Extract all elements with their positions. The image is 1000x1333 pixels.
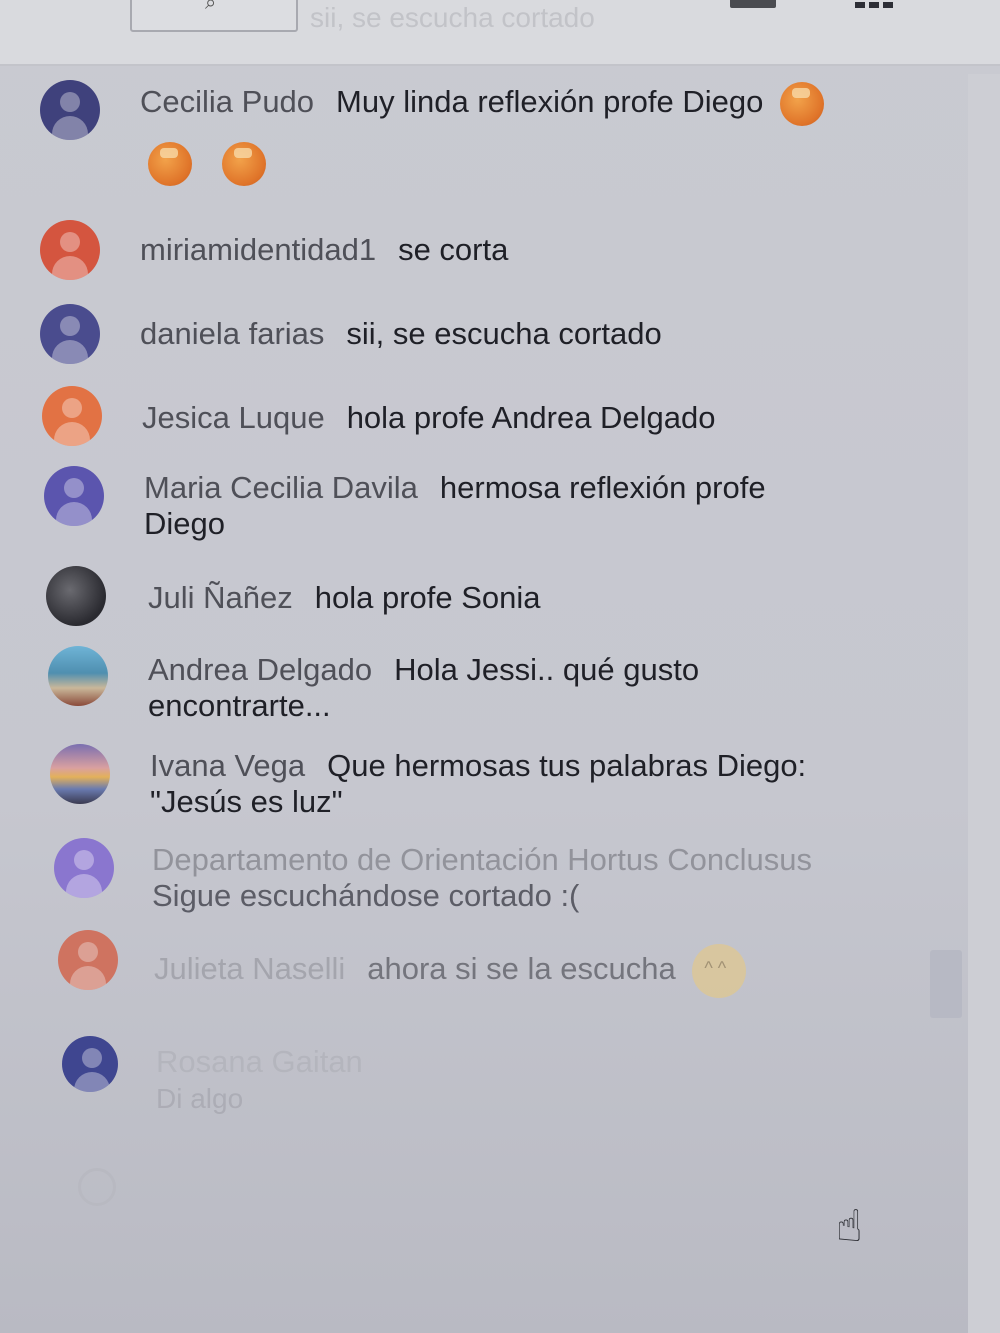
message-author: Cecilia Pudo [140,84,315,120]
message-text: se corta [398,232,509,267]
message-text: Sigue escuchándose cortado :( [152,878,580,913]
person-avatar-icon [62,1036,118,1092]
message-content: Jesica Luque hola profe Andrea Delgado [142,400,716,436]
person-avatar-icon [40,80,100,140]
photo-avatar-icon [50,744,110,804]
message-author: Jesica Luque [142,400,325,435]
message-content: Ivana Vega Que hermosas tus palabras Dieg… [150,748,870,820]
faded-header-text: sii, se escucha cortado [310,2,595,33]
message-content: Julieta Naselli ahora si se la escucha [154,944,747,998]
message-text: Muy linda reflexión profe Diego [336,84,764,120]
message-content: Cecilia Pudo Muy linda reflexión profe Di… [140,82,825,126]
person-avatar-icon [58,930,118,990]
message-author: daniela farias [140,316,325,351]
top-bar: ⌕ sii, se escucha cortado [0,0,1000,66]
message-author: Juli Ñañez [148,580,293,615]
message-author: Julieta Naselli [154,951,346,987]
clapping-hands-emoji [148,142,192,186]
message-author: miriamidentidad1 [140,232,377,267]
clapping-hands-emoji [222,142,267,186]
chat-screen: ⌕ sii, se escucha cortado Cecilia Pudo Mu… [0,0,1000,1333]
search-icon[interactable]: ⌕ [205,0,233,13]
scrollbar-track[interactable] [968,74,1000,1333]
message-text: Di algo [156,1083,244,1114]
clapping-hands-emoji [780,82,825,126]
message-content: miriamidentidad1 se corta [140,232,508,268]
message-author: Rosana Gaitan [156,1044,363,1079]
photo-avatar-icon [48,646,108,706]
person-avatar-icon [42,386,102,446]
message-content: Andrea Delgado Hola Jessi.. qué gusto enc… [148,652,848,724]
message-author: Maria Cecilia Davila [144,470,418,505]
message-content: Juli Ñañez hola profe Sonia [148,580,541,616]
chat-message-list: Cecilia Pudo Muy linda reflexión profe Di… [0,66,968,1333]
message-content: daniela farias sii, se escucha cortado [140,316,662,352]
smiling-face-emoji [692,944,747,998]
message-author: Ivana Vega [150,748,306,783]
person-avatar-icon [54,838,114,898]
apps-grid-icon[interactable] [855,2,897,18]
message-content: Departamento de Orientación Hortus Concl… [152,842,892,914]
message-text: hola profe Andrea Delgado [346,400,716,435]
photo-avatar-icon [46,566,106,626]
message-text: hola profe Sonia [314,580,541,615]
person-avatar-icon [44,466,104,526]
message-content: Rosana Gaitan Di algo [156,1044,856,1117]
emoji-picker-icon[interactable] [78,1168,116,1206]
message-text: ahora si se la escucha [367,951,676,987]
person-avatar-icon [40,304,100,364]
message-author: Andrea Delgado [148,652,373,687]
video-icon[interactable] [730,0,776,8]
message-text: sii, se escucha cortado [346,316,662,351]
message-author: Departamento de Orientación Hortus Concl… [152,842,812,877]
hand-cursor-icon: ☝ [836,1202,863,1251]
message-content: Maria Cecilia Davila hermosa reflexión pr… [144,470,844,542]
person-avatar-icon [40,220,100,280]
